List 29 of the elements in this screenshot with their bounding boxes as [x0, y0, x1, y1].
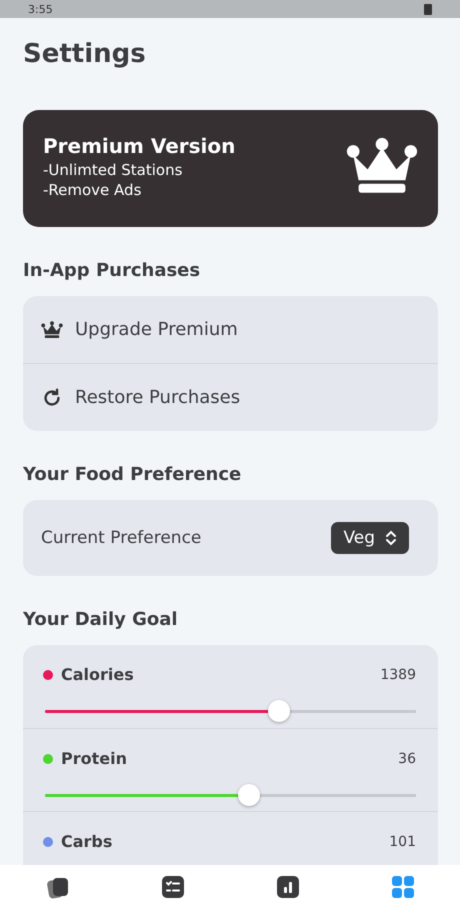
cards-icon[interactable] — [46, 876, 70, 900]
crown-icon — [346, 137, 418, 195]
status-time: 3:55 — [28, 2, 53, 16]
bar-chart-icon[interactable] — [276, 876, 298, 898]
preference-dropdown[interactable]: Veg — [331, 522, 409, 554]
section-heading: Your Food Preference — [23, 463, 242, 487]
section-heading: Your Daily Goal — [23, 608, 179, 632]
checklist-icon[interactable] — [162, 876, 184, 898]
goal-value: 36 — [398, 750, 416, 766]
premium-feature: -Unlimted Stations — [43, 160, 184, 180]
goal-name: Protein — [61, 749, 127, 768]
section-heading: In-App Purchases — [23, 259, 202, 283]
grid-icon[interactable] — [392, 876, 414, 898]
slider-thumb[interactable] — [268, 700, 290, 722]
goal-name: Carbs — [61, 832, 112, 851]
premium-feature: -Remove Ads — [43, 180, 142, 200]
purchase-item[interactable]: Upgrade Premium — [23, 296, 438, 363]
purchase-item[interactable]: Restore Purchases — [23, 363, 438, 431]
preference-label: Current Preference — [41, 528, 202, 548]
goal-value: 1389 — [380, 666, 416, 682]
goal-name: Calories — [61, 665, 134, 684]
slider-thumb[interactable] — [238, 784, 260, 806]
page-title: Settings — [23, 38, 147, 70]
goal-value: 101 — [389, 834, 416, 850]
updown-icon — [385, 530, 397, 546]
premium-banner[interactable]: Premium Version -Unlimted Stations -Remove Ads — [23, 110, 438, 227]
premium-title: Premium Version — [43, 134, 236, 158]
crown-icon — [41, 320, 63, 338]
battery-icon — [424, 3, 432, 15]
